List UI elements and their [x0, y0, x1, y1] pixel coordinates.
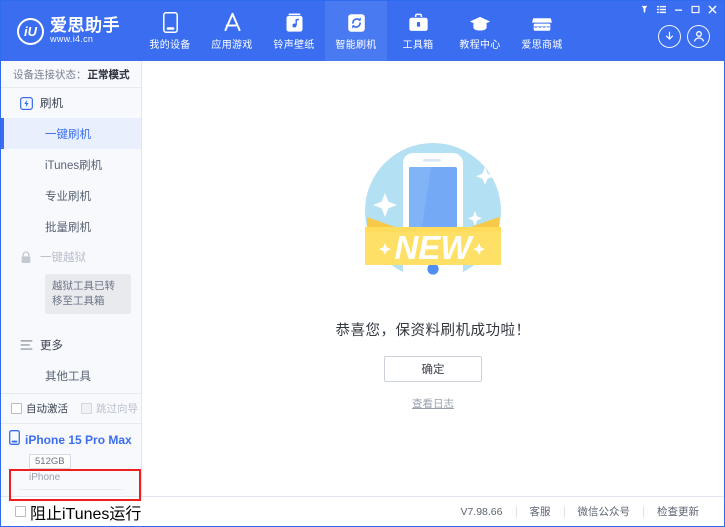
- device-phone-icon: [9, 430, 20, 450]
- music-icon: [285, 11, 304, 33]
- flash-icon: [19, 96, 33, 110]
- success-message: 恭喜您，保资料刷机成功啦！: [335, 323, 531, 339]
- status-bar: 阻止iTunes运行 V7.98.66 客服 微信公众号 检查更新: [1, 496, 724, 526]
- menu-icon[interactable]: [654, 3, 669, 16]
- toolbox-icon: [408, 11, 429, 33]
- nav-item-ringtones-wallpapers[interactable]: 铃声壁纸: [263, 1, 325, 61]
- store-icon: [531, 11, 553, 33]
- check-update-link[interactable]: 检查更新: [644, 504, 712, 519]
- sidebar-item-label: 批量刷机: [45, 221, 91, 234]
- nav-label: 教程中心: [459, 40, 501, 51]
- skip-wizard-checkbox: 跳过向导: [81, 401, 138, 416]
- app-logo: iU 爱思助手 www.i4.cn: [1, 1, 131, 61]
- sidebar-item-batch-flash[interactable]: 批量刷机: [1, 211, 141, 242]
- connection-status-label: 设备连接状态：: [13, 68, 87, 81]
- main-nav: 我的设备 应用游戏 铃声壁纸 智能刷机 工具箱 教程中心 爱思商城: [139, 1, 573, 61]
- sidebar-item-itunes-flash[interactable]: iTunes刷机: [1, 149, 141, 180]
- device-capacity-badge: 512GB: [29, 454, 71, 469]
- download-icon[interactable]: [658, 24, 681, 48]
- maximize-icon[interactable]: [688, 3, 703, 16]
- sidebar-group-label: 更多: [40, 340, 63, 352]
- nav-item-tutorials[interactable]: 教程中心: [449, 1, 511, 61]
- nav-label: 爱思商城: [521, 40, 563, 51]
- phone-icon: [162, 11, 178, 33]
- sidebar-options: 自动激活 跳过向导: [1, 393, 141, 423]
- device-type: iPhone: [29, 472, 61, 483]
- connection-status: 设备连接状态： 正常模式: [1, 61, 141, 88]
- sidebar-item-download-firmware[interactable]: 下载固件: [1, 391, 141, 393]
- connection-status-value: 正常模式: [87, 68, 130, 81]
- status-bar-right: V7.98.66 客服 微信公众号 检查更新: [460, 504, 712, 519]
- sidebar-group-jailbreak: 一键越狱: [1, 242, 141, 272]
- sidebar-group-more[interactable]: 更多: [1, 330, 141, 360]
- minimize-icon[interactable]: [671, 3, 686, 16]
- jailbreak-moved-tooltip: 越狱工具已转移至工具箱: [45, 274, 131, 314]
- sidebar-group-label: 一键越狱: [40, 252, 86, 264]
- sidebar-group-flash[interactable]: 刷机: [1, 88, 141, 118]
- confirm-button[interactable]: 确定: [384, 356, 482, 382]
- logo-mark: iU: [17, 17, 44, 45]
- sidebar-item-other-tools[interactable]: 其他工具: [1, 360, 141, 391]
- sidebar-item-label: iTunes刷机: [45, 159, 103, 172]
- device-name: iPhone 15 Pro Max: [25, 433, 132, 447]
- sidebar-divider: [19, 489, 123, 490]
- nav-label: 智能刷机: [335, 40, 377, 51]
- app-header: iU 爱思助手 www.i4.cn 我的设备 应用游戏 铃声壁纸 智能刷机 工具…: [1, 1, 724, 61]
- pin-icon[interactable]: [637, 3, 652, 16]
- nav-item-my-device[interactable]: 我的设备: [139, 1, 201, 61]
- app-window: iU 爱思助手 www.i4.cn 我的设备 应用游戏 铃声壁纸 智能刷机 工具…: [0, 0, 725, 527]
- device-info[interactable]: iPhone 15 Pro Max 512GB iPhone: [1, 423, 141, 496]
- checkbox-box: [81, 403, 92, 414]
- nav-label: 铃声壁纸: [273, 40, 315, 51]
- sidebar-item-label: 其他工具: [45, 370, 91, 383]
- support-link[interactable]: 客服: [517, 504, 564, 519]
- logo-url: www.i4.cn: [50, 34, 94, 45]
- nav-item-toolbox[interactable]: 工具箱: [387, 1, 449, 61]
- nav-label: 应用游戏: [211, 40, 253, 51]
- app-version: V7.98.66: [460, 505, 503, 518]
- account-icon[interactable]: [687, 24, 710, 48]
- app-body: 设备连接状态： 正常模式 刷机 一键刷机 iTunes刷机 专业刷机 批量刷机 …: [1, 61, 724, 501]
- checkbox-box: [11, 403, 22, 414]
- sidebar-item-pro-flash[interactable]: 专业刷机: [1, 180, 141, 211]
- list-icon: [19, 338, 33, 352]
- new-phone-badge-illustration: NEW: [327, 123, 539, 307]
- nav-item-smart-flash[interactable]: 智能刷机: [325, 1, 387, 61]
- view-log-link[interactable]: 查看日志: [412, 396, 454, 411]
- sidebar-item-label: 专业刷机: [45, 190, 91, 203]
- logo-text: 爱思助手 www.i4.cn: [50, 17, 120, 44]
- appstore-icon: [222, 11, 243, 33]
- sidebar-item-label: 一键刷机: [45, 128, 91, 141]
- auto-activate-label: 自动激活: [26, 403, 68, 415]
- refresh-icon: [347, 11, 366, 33]
- nav-label: 工具箱: [402, 40, 434, 51]
- window-controls: [637, 3, 720, 16]
- skip-wizard-label: 跳过向导: [96, 403, 138, 415]
- sidebar-item-one-click-flash[interactable]: 一键刷机: [1, 118, 141, 149]
- auto-activate-checkbox[interactable]: 自动激活: [11, 401, 68, 416]
- checkbox-box: [15, 506, 26, 517]
- sidebar: 设备连接状态： 正常模式 刷机 一键刷机 iTunes刷机 专业刷机 批量刷机 …: [1, 61, 142, 501]
- nav-item-apps-games[interactable]: 应用游戏: [201, 1, 263, 61]
- device-name-row: iPhone 15 Pro Max: [9, 430, 133, 450]
- graduation-cap-icon: [469, 11, 491, 33]
- main-content: NEW 恭喜您，保资料刷机成功啦！ 确定 查看日志: [142, 61, 724, 496]
- block-itunes-checkbox[interactable]: 阻止iTunes运行: [15, 500, 141, 524]
- block-itunes-label: 阻止iTunes运行: [30, 505, 142, 523]
- sidebar-scroll: 刷机 一键刷机 iTunes刷机 专业刷机 批量刷机 一键越狱 越狱工具已转移至…: [1, 88, 141, 393]
- logo-name: 爱思助手: [50, 16, 120, 36]
- ribbon-text: NEW: [395, 229, 475, 266]
- sidebar-group-label: 刷机: [40, 98, 63, 110]
- nav-label: 我的设备: [149, 40, 191, 51]
- nav-item-store[interactable]: 爱思商城: [511, 1, 573, 61]
- wechat-link[interactable]: 微信公众号: [565, 504, 644, 519]
- close-icon[interactable]: [705, 3, 720, 16]
- lock-icon: [19, 250, 33, 264]
